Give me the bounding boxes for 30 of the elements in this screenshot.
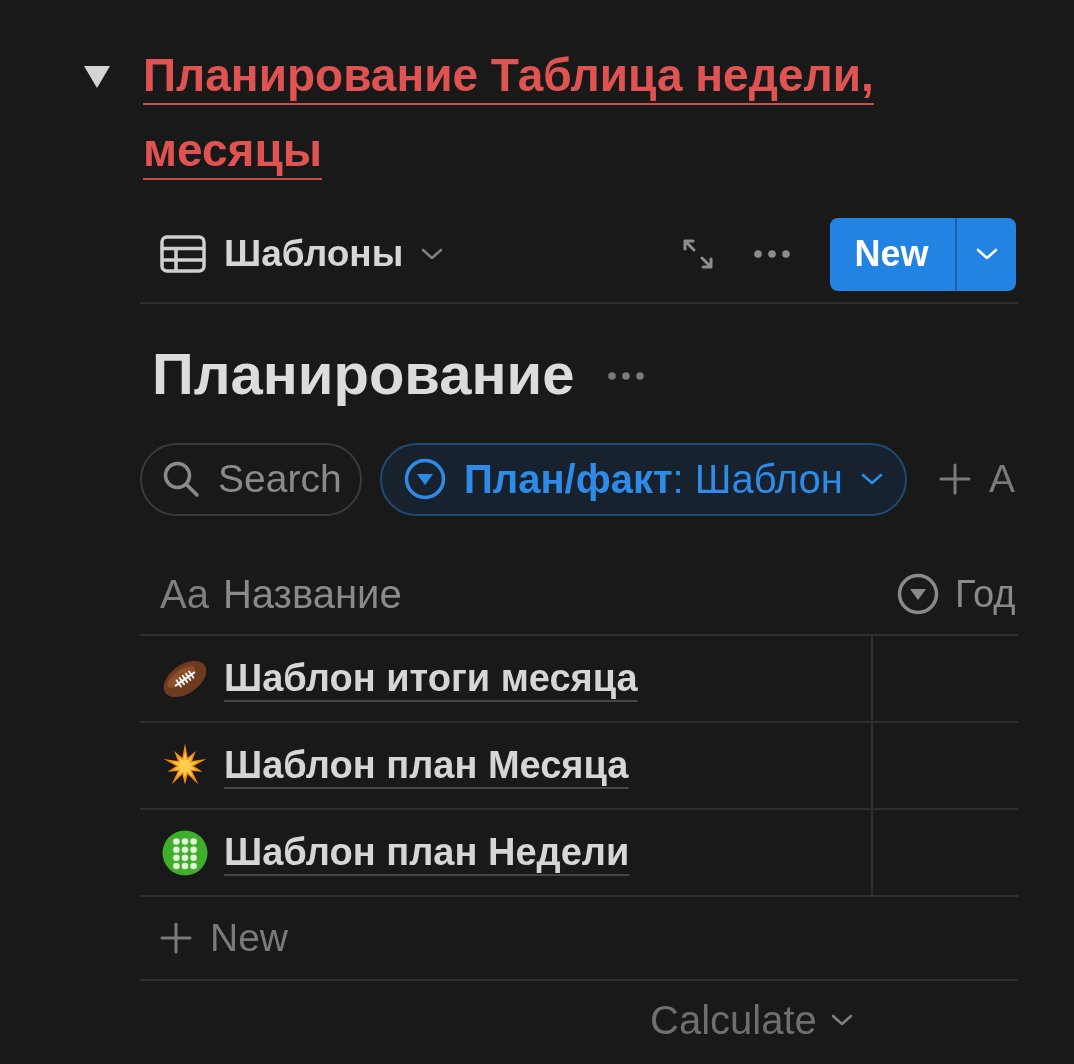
plus-icon — [938, 463, 971, 495]
column-header[interactable]: Название — [222, 571, 402, 617]
more-icon[interactable] — [754, 250, 790, 258]
database-title: Планирование — [152, 340, 575, 408]
more-icon[interactable] — [608, 372, 645, 380]
view-selector[interactable]: Шаблоны — [160, 233, 444, 275]
table-icon — [160, 235, 206, 273]
page-title-link[interactable]: Планирование Таблица недели, месяцы — [143, 38, 903, 188]
add-filter-button[interactable]: A — [938, 457, 1015, 501]
circle-caret-icon — [897, 573, 939, 615]
expand-icon[interactable] — [682, 238, 714, 270]
search-field[interactable]: Search — [140, 442, 362, 516]
page-link[interactable]: Шаблон итоги месяца — [224, 657, 638, 700]
search-icon — [162, 459, 200, 498]
triangle-icon[interactable] — [84, 66, 110, 88]
calculate-button[interactable]: Calculate — [650, 997, 853, 1043]
chevron-down-icon — [421, 248, 444, 260]
column-header[interactable]: Год — [955, 572, 1016, 616]
plus-icon — [160, 922, 192, 954]
property-type-label: Aa — [160, 571, 209, 617]
circle-caret-icon — [404, 458, 446, 500]
new-row-button[interactable]: New — [160, 916, 289, 960]
chevron-down-icon — [860, 473, 883, 485]
chevron-down-icon — [975, 248, 998, 260]
page-link[interactable]: Шаблон план Недели — [224, 831, 630, 874]
filter-chip[interactable]: План/факт: Шаблон — [380, 442, 907, 516]
chevron-down-icon — [830, 1014, 853, 1026]
new-button[interactable]: New — [830, 217, 955, 291]
dotted-circle-icon — [162, 829, 208, 876]
page-link[interactable]: Шаблон план Месяца — [224, 744, 629, 787]
